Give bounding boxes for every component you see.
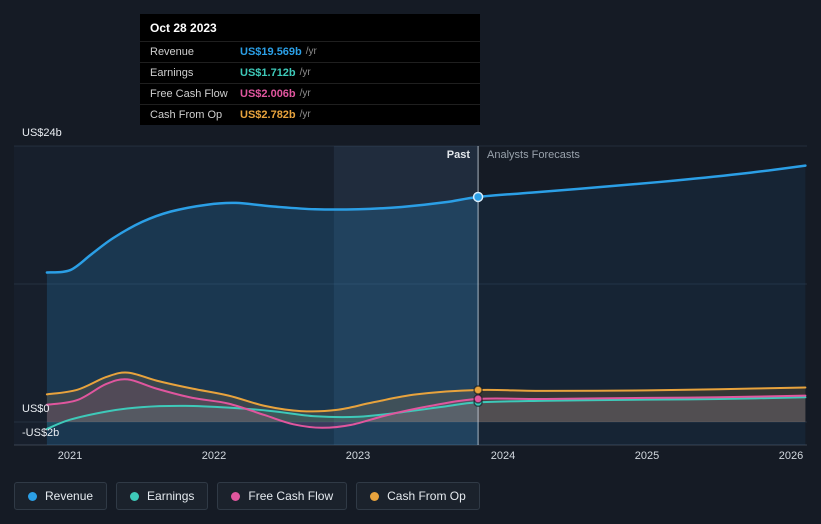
tooltip-cashop-suffix: /yr	[299, 109, 311, 120]
tooltip-revenue-label: Revenue	[150, 46, 195, 58]
tooltip-earnings-suffix: /yr	[299, 67, 311, 78]
tooltip-earnings-value: US$1.712b	[240, 67, 296, 79]
x-axis-label-2023: 2023	[345, 450, 371, 462]
chart-tooltip: Oct 28 2023 Revenue US$19.569b /yr Earni…	[140, 14, 480, 125]
y-axis-label-neg2b: -US$2b	[22, 427, 60, 439]
legend-fcf-label: Free Cash Flow	[248, 489, 334, 503]
legend-cashop-dot	[370, 491, 380, 501]
y-axis-label-24b: US$24b	[22, 127, 62, 139]
tooltip-fcf-suffix: /yr	[299, 88, 311, 99]
revenue-marker[interactable]	[472, 191, 484, 203]
x-axis-label-2024: 2024	[490, 450, 516, 462]
tooltip-row-cash-from-op: Cash From Op US$2.782b /yr	[140, 104, 480, 125]
tooltip-fcf-label: Free Cash Flow	[150, 88, 228, 100]
tooltip-date: Oct 28 2023	[150, 21, 217, 35]
analysts-forecasts-label: Analysts Forecasts	[487, 149, 580, 161]
x-axis-label-2022: 2022	[201, 450, 227, 462]
y-axis-label-zero: US$0	[22, 403, 50, 415]
past-label: Past	[446, 149, 470, 161]
legend-revenue-label: Revenue	[45, 489, 94, 503]
legend-cashop-label: Cash From Op	[387, 489, 466, 503]
earnings-revenue-chart-panel: US$24b US$0 -US$2b 2021 2022 2023 2024 2…	[0, 0, 821, 524]
free-cash-flow-marker[interactable]	[473, 394, 483, 404]
legend-revenue-dot	[28, 491, 37, 501]
tooltip-row-free-cash-flow: Free Cash Flow US$2.006b /yr	[140, 83, 480, 104]
x-axis-label-2021: 2021	[57, 450, 83, 462]
tooltip-earnings-label: Earnings	[150, 67, 194, 79]
tooltip-cashop-value: US$2.782b	[240, 109, 296, 121]
tooltip-fcf-value: US$2.006b	[240, 88, 296, 100]
legend-earnings-label: Earnings	[147, 489, 195, 503]
tooltip-row-revenue: Revenue US$19.569b /yr	[140, 41, 480, 62]
chart-legend: Revenue Earnings Free Cash Flow Cash Fro…	[14, 482, 480, 510]
tooltip-row-earnings: Earnings US$1.712b /yr	[140, 62, 480, 83]
tooltip-revenue-suffix: /yr	[305, 46, 317, 57]
legend-fcf-dot	[231, 491, 241, 501]
tooltip-revenue-value: US$19.569b	[240, 46, 302, 58]
tooltip-cashop-label: Cash From Op	[150, 109, 223, 121]
legend-revenue[interactable]: Revenue	[14, 482, 108, 510]
cash-from-op-marker[interactable]	[473, 385, 483, 395]
x-axis-label-2025: 2025	[634, 450, 660, 462]
legend-cash-from-op[interactable]: Cash From Op	[356, 482, 480, 510]
legend-earnings[interactable]: Earnings	[116, 482, 209, 510]
legend-earnings-dot	[130, 491, 140, 501]
legend-free-cash-flow[interactable]: Free Cash Flow	[217, 482, 348, 510]
x-axis-label-2026: 2026	[778, 450, 804, 462]
